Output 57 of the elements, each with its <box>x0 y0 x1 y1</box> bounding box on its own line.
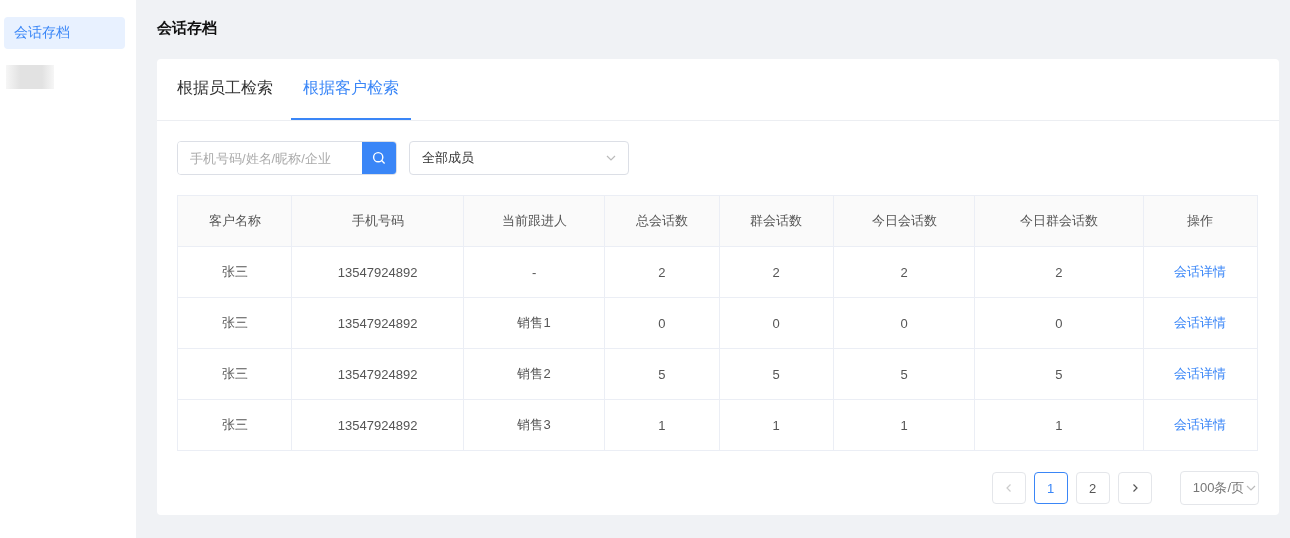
table-cell: 0 <box>719 297 834 349</box>
table-cell: 5 <box>974 348 1144 400</box>
table-cell: 销售2 <box>463 348 605 400</box>
search-field[interactable]: 手机号码/姓名/昵称/企业 <box>177 141 397 175</box>
page-button[interactable]: 1 <box>1033 472 1068 504</box>
column-header: 今日群会话数 <box>974 195 1144 247</box>
sidebar-item[interactable]: 会话存档 <box>4 17 125 49</box>
table-cell: 1 <box>974 399 1144 451</box>
column-header: 当前跟进人 <box>463 195 605 247</box>
dropdown-value: 全部成员 <box>422 149 474 167</box>
column-header: 手机号码 <box>291 195 464 247</box>
table-cell: 张三 <box>177 246 292 298</box>
column-header: 客户名称 <box>177 195 292 247</box>
details-link[interactable]: 会话详情 <box>1174 264 1227 279</box>
table-cell: 2 <box>719 246 834 298</box>
table-cell: 2 <box>974 246 1144 298</box>
search-button[interactable] <box>362 142 396 174</box>
details-link[interactable]: 会话详情 <box>1174 417 1227 432</box>
table-cell: 1 <box>719 399 834 451</box>
table-cell: 2 <box>604 246 720 298</box>
table-cell: 张三 <box>177 399 292 451</box>
caret-icon <box>1246 483 1256 493</box>
search-icon <box>372 151 386 165</box>
table-cell: 0 <box>833 297 975 349</box>
table-cell: 1 <box>833 399 975 451</box>
tab[interactable]: 根据客户检索 <box>291 59 411 120</box>
details-link[interactable]: 会话详情 <box>1174 315 1227 330</box>
table-cell: 2 <box>833 246 975 298</box>
column-header: 操作 <box>1143 195 1258 247</box>
table-cell: 0 <box>604 297 720 349</box>
table-cell: 1 <box>604 399 720 451</box>
column-header: 群会话数 <box>719 195 834 247</box>
table-cell: 13547924892 <box>291 297 464 349</box>
caret-icon <box>606 153 616 163</box>
table-cell: 5 <box>833 348 975 400</box>
table-cell: 5 <box>604 348 720 400</box>
table-cell: - <box>463 246 605 298</box>
table-cell: 5 <box>719 348 834 400</box>
page-size-value: 100条/页 <box>1192 479 1244 497</box>
column-header: 今日会话数 <box>833 195 975 247</box>
table-cell: 张三 <box>177 297 292 349</box>
table-cell: 销售3 <box>463 399 605 451</box>
page-button[interactable]: 2 <box>1075 472 1110 504</box>
table-cell: 13547924892 <box>291 348 464 400</box>
next-page-button[interactable] <box>1117 472 1152 504</box>
blurred-item <box>6 65 54 89</box>
table-cell: 0 <box>974 297 1144 349</box>
member-dropdown[interactable]: 全部成员 <box>409 141 629 175</box>
table-cell: 13547924892 <box>291 399 464 451</box>
details-link[interactable]: 会话详情 <box>1174 366 1227 381</box>
page-size-dropdown[interactable]: 100条/页 <box>1179 471 1259 505</box>
tab[interactable]: 根据员工检索 <box>177 59 273 120</box>
table-cell: 13547924892 <box>291 246 464 298</box>
table-cell: 销售1 <box>463 297 605 349</box>
column-header: 总会话数 <box>604 195 720 247</box>
table-cell: 张三 <box>177 348 292 400</box>
page-title: 会话存档 <box>157 18 218 38</box>
